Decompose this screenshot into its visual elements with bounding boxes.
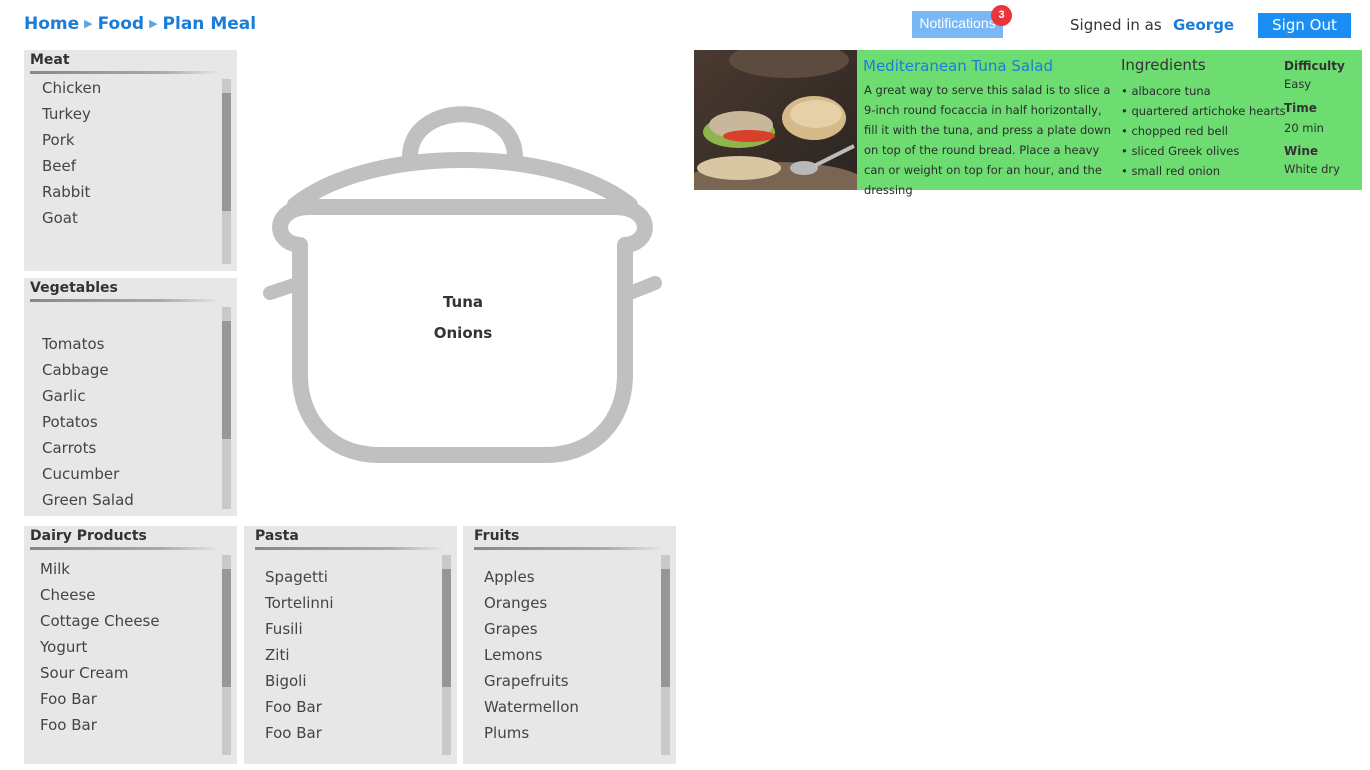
- panel-title: Dairy Products: [30, 528, 147, 544]
- list-item[interactable]: Cucumber: [42, 461, 134, 487]
- scrollbar-thumb[interactable]: [442, 569, 451, 687]
- list-item[interactable]: Foo Bar: [40, 712, 160, 738]
- scrollbar[interactable]: [661, 555, 670, 755]
- list-item[interactable]: Milk: [40, 556, 160, 582]
- username-link[interactable]: George: [1173, 16, 1234, 34]
- panel-title: Pasta: [255, 528, 299, 544]
- scrollbar[interactable]: [222, 79, 231, 264]
- signed-in-label: Signed in as: [1070, 16, 1162, 34]
- difficulty-value: Easy: [1284, 77, 1312, 91]
- ingredient-item: • albacore tuna: [1121, 84, 1211, 98]
- list-item[interactable]: Cottage Cheese: [40, 608, 160, 634]
- category-panel-pasta: Pasta Spagetti Tortelinni Fusili Ziti Bi…: [244, 526, 457, 764]
- panel-title: Meat: [30, 52, 70, 68]
- cooking-pot-drop-area[interactable]: Tuna Onions: [260, 105, 665, 465]
- divider: [30, 71, 220, 74]
- list-item[interactable]: Chicken: [42, 75, 101, 101]
- list-item[interactable]: Spagetti: [265, 564, 334, 590]
- recipe-title-link[interactable]: Mediteranean Tuna Salad: [863, 57, 1053, 75]
- ingredients-list: • albacore tuna • quartered artichoke he…: [1121, 81, 1286, 181]
- list-item[interactable]: Tomatos: [42, 331, 134, 357]
- ingredient-item: • sliced Greek olives: [1121, 144, 1240, 158]
- breadcrumb-separator-icon: ▶: [84, 17, 93, 30]
- category-list: Spagetti Tortelinni Fusili Ziti Bigoli F…: [265, 564, 334, 746]
- ingredient-item: • quartered artichoke hearts: [1121, 104, 1286, 118]
- list-item[interactable]: Grapes: [484, 616, 579, 642]
- list-item[interactable]: Rabbit: [42, 179, 101, 205]
- scrollbar-thumb[interactable]: [222, 93, 231, 211]
- category-panel-fruits: Fruits Apples Oranges Grapes Lemons Grap…: [463, 526, 676, 764]
- divider: [30, 299, 220, 302]
- list-item[interactable]: Green Salad: [42, 487, 134, 513]
- cooking-pot-icon: [263, 106, 662, 463]
- wine-label: Wine: [1284, 144, 1319, 158]
- recipe-photo: [694, 50, 857, 190]
- recipe-description: A great way to serve this salad is to sl…: [864, 83, 1111, 197]
- divider: [30, 547, 220, 550]
- list-item[interactable]: Foo Bar: [40, 686, 160, 712]
- list-item[interactable]: Foo Bar: [265, 694, 334, 720]
- list-item[interactable]: Lemons: [484, 642, 579, 668]
- list-item[interactable]: Plums: [484, 720, 579, 746]
- difficulty-label: Difficulty: [1284, 59, 1345, 73]
- breadcrumb-food-link[interactable]: Food: [98, 14, 144, 34]
- list-item[interactable]: Fusili: [265, 616, 334, 642]
- list-item[interactable]: Grapefruits: [484, 668, 579, 694]
- notifications-count-badge: 3: [991, 5, 1012, 26]
- list-item[interactable]: Pork: [42, 127, 101, 153]
- list-item[interactable]: Carrots: [42, 435, 134, 461]
- list-item[interactable]: Apples: [484, 564, 579, 590]
- breadcrumb: Home ▶ Food ▶ Plan Meal: [24, 14, 256, 34]
- wine-value: White dry: [1284, 162, 1340, 176]
- list-item[interactable]: Cheese: [40, 582, 160, 608]
- list-item[interactable]: Goat: [42, 205, 101, 231]
- list-item[interactable]: Watermellon: [484, 694, 579, 720]
- list-item[interactable]: Sour Cream: [40, 660, 160, 686]
- list-item[interactable]: Cabbage: [42, 357, 134, 383]
- category-panel-meat: Meat Chicken Turkey Pork Beef Rabbit Goa…: [24, 50, 237, 271]
- list-item[interactable]: Beef: [42, 153, 101, 179]
- sign-out-button[interactable]: Sign Out: [1258, 13, 1351, 38]
- category-list: Apples Oranges Grapes Lemons Grapefruits…: [484, 564, 579, 746]
- scrollbar[interactable]: [222, 555, 231, 755]
- list-item[interactable]: Garlic: [42, 383, 134, 409]
- scrollbar-thumb[interactable]: [222, 321, 231, 439]
- list-item[interactable]: Foo Bar: [265, 720, 334, 746]
- list-item[interactable]: Oranges: [484, 590, 579, 616]
- time-label: Time: [1284, 101, 1317, 115]
- pot-ingredient[interactable]: Onions: [363, 324, 563, 342]
- list-item[interactable]: Ziti: [265, 642, 334, 668]
- notifications-button[interactable]: Notifications: [912, 11, 1003, 38]
- breadcrumb-separator-icon: ▶: [149, 17, 158, 30]
- category-panel-dairy: Dairy Products Milk Cheese Cottage Chees…: [24, 526, 237, 764]
- panel-title: Fruits: [474, 528, 520, 544]
- divider: [255, 547, 445, 550]
- divider: [474, 547, 664, 550]
- list-item[interactable]: Tortelinni: [265, 590, 334, 616]
- list-item[interactable]: Turkey: [42, 101, 101, 127]
- breadcrumb-plan-meal-link[interactable]: Plan Meal: [163, 14, 257, 34]
- scrollbar-thumb[interactable]: [222, 569, 231, 687]
- ingredient-item: • chopped red bell: [1121, 124, 1228, 138]
- time-value: 20 min: [1284, 121, 1324, 135]
- category-panel-vegetables: Vegetables Tomatos Cabbage Garlic Potato…: [24, 278, 237, 516]
- category-list: Tomatos Cabbage Garlic Potatos Carrots C…: [42, 331, 134, 513]
- pot-ingredient[interactable]: Tuna: [363, 293, 563, 311]
- scrollbar[interactable]: [222, 307, 231, 509]
- ingredient-item: • small red onion: [1121, 164, 1221, 178]
- ingredients-heading: Ingredients: [1121, 56, 1206, 74]
- category-list: Chicken Turkey Pork Beef Rabbit Goat: [42, 75, 101, 231]
- scrollbar[interactable]: [442, 555, 451, 755]
- list-item[interactable]: Potatos: [42, 409, 134, 435]
- breadcrumb-home-link[interactable]: Home: [24, 14, 79, 34]
- recipe-card[interactable]: Mediteranean Tuna Salad A great way to s…: [694, 50, 1362, 197]
- scrollbar-thumb[interactable]: [661, 569, 670, 687]
- list-item[interactable]: Bigoli: [265, 668, 334, 694]
- panel-title: Vegetables: [30, 280, 118, 296]
- list-item[interactable]: Yogurt: [40, 634, 160, 660]
- category-list: Milk Cheese Cottage Cheese Yogurt Sour C…: [40, 556, 160, 738]
